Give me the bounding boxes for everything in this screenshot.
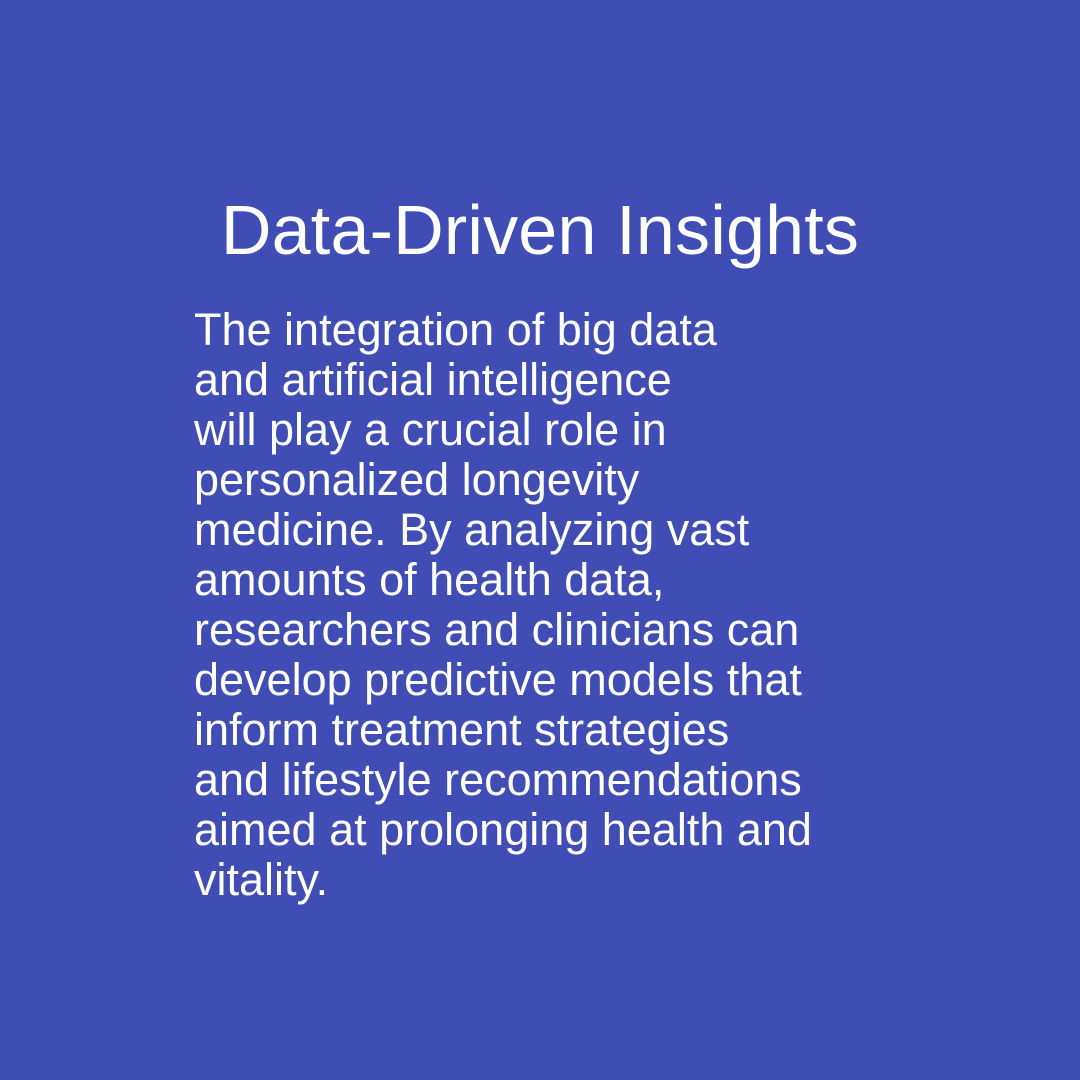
body-line: medicine. By analyzing vast	[194, 504, 750, 555]
body-line: vitality.	[194, 854, 329, 905]
slide-title: Data-Driven Insights	[220, 191, 860, 269]
body-line: inform treatment strategies	[194, 704, 730, 755]
body-line: amounts of health data,	[194, 554, 665, 605]
slide-body-text: The integration of big data and artifici…	[194, 305, 914, 905]
body-line: researchers and clinicians can	[194, 604, 800, 655]
body-line: and artificial intelligence	[194, 354, 672, 405]
body-line: The integration of big data	[194, 304, 717, 355]
body-line: develop predictive models that	[194, 654, 802, 705]
body-line: will play a crucial role in	[194, 404, 667, 455]
slide: Data-Driven Insights The integration of …	[0, 0, 1080, 1080]
body-line: personalized longevity	[194, 454, 640, 505]
body-line: and lifestyle recommendations	[194, 754, 802, 805]
body-line: aimed at prolonging health and	[194, 804, 812, 855]
